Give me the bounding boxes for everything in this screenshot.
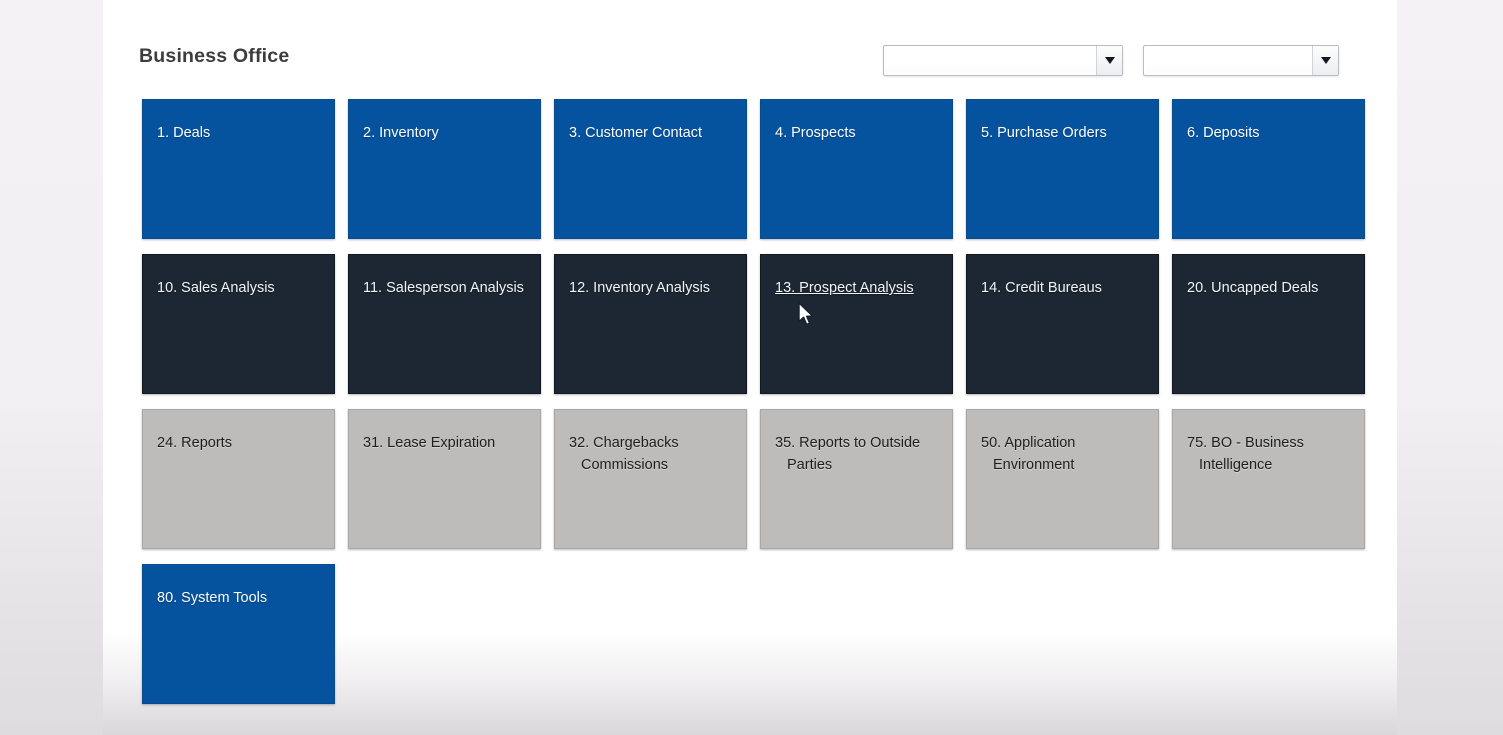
tile-label: 35. Reports to Outside Parties bbox=[775, 435, 921, 473]
tile-grid: 1. Deals 2. Inventory 3. Customer Contact 4… bbox=[142, 99, 1378, 719]
tile-deposits[interactable]: 6. Deposits bbox=[1172, 99, 1365, 239]
tile-label: 50. Application Environment bbox=[981, 435, 1076, 473]
tile-label: 32. Chargebacks Commissions bbox=[569, 435, 679, 473]
tile-row: 1. Deals 2. Inventory 3. Customer Contact 4… bbox=[142, 99, 1378, 239]
tile-lease-expiration[interactable]: 31. Lease Expiration bbox=[348, 409, 541, 549]
tile-purchase-orders[interactable]: 5. Purchase Orders bbox=[966, 99, 1159, 239]
tile-label: 24. Reports bbox=[157, 435, 232, 451]
tile-label: 75. BO - Business Intelligence bbox=[1187, 435, 1304, 473]
tile-sales-analysis[interactable]: 10. Sales Analysis bbox=[142, 254, 335, 394]
dropdown-branch[interactable] bbox=[1143, 45, 1339, 76]
tile-prospect-analysis[interactable]: 13. Prospect Analysis bbox=[760, 254, 953, 394]
chevron-down-icon[interactable] bbox=[1096, 46, 1122, 75]
content-sheet: Business Office 1. Deals 2. Inventory 3. C… bbox=[103, 0, 1397, 735]
tile-label: 20. Uncapped Deals bbox=[1187, 280, 1319, 296]
tile-customer-contact[interactable]: 3. Customer Contact bbox=[554, 99, 747, 239]
tile-row: 24. Reports 31. Lease Expiration 32. Charg… bbox=[142, 409, 1378, 549]
tile-label: 5. Purchase Orders bbox=[981, 125, 1107, 141]
application-frame: Business Office 1. Deals 2. Inventory 3. C… bbox=[0, 0, 1503, 735]
tile-row: 80. System Tools bbox=[142, 564, 1378, 704]
tile-label: 2. Inventory bbox=[363, 125, 439, 141]
tile-deals[interactable]: 1. Deals bbox=[142, 99, 335, 239]
tile-label: 80. System Tools bbox=[157, 590, 268, 606]
tile-row: 10. Sales Analysis 11. Salesperson Analys… bbox=[142, 254, 1378, 394]
tile-label: 3. Customer Contact bbox=[569, 125, 702, 141]
tile-credit-bureaus[interactable]: 14. Credit Bureaus bbox=[966, 254, 1159, 394]
tile-reports-to-outside-parties[interactable]: 35. Reports to Outside Parties bbox=[760, 409, 953, 549]
tile-label: 10. Sales Analysis bbox=[157, 280, 275, 296]
tile-label: 1. Deals bbox=[157, 125, 211, 141]
tile-prospects[interactable]: 4. Prospects bbox=[760, 99, 953, 239]
tile-label: 11. Salesperson Analysis bbox=[363, 280, 524, 296]
tile-label: 14. Credit Bureaus bbox=[981, 280, 1102, 296]
tile-inventory[interactable]: 2. Inventory bbox=[348, 99, 541, 239]
tile-label: 12. Inventory Analysis bbox=[569, 280, 711, 296]
tile-system-tools[interactable]: 80. System Tools bbox=[142, 564, 335, 704]
page-title: Business Office bbox=[139, 45, 290, 67]
tile-label: 13. Prospect Analysis bbox=[775, 280, 914, 296]
tile-application-environment[interactable]: 50. Application Environment bbox=[966, 409, 1159, 549]
tile-uncapped-deals[interactable]: 20. Uncapped Deals bbox=[1172, 254, 1365, 394]
tile-label: 6. Deposits bbox=[1187, 125, 1260, 141]
tile-inventory-analysis[interactable]: 12. Inventory Analysis bbox=[554, 254, 747, 394]
tile-label: 4. Prospects bbox=[775, 125, 856, 141]
dropdown-region[interactable] bbox=[883, 45, 1123, 76]
tile-salesperson-analysis[interactable]: 11. Salesperson Analysis bbox=[348, 254, 541, 394]
tile-bo-business-intelligence[interactable]: 75. BO - Business Intelligence bbox=[1172, 409, 1365, 549]
chevron-down-icon[interactable] bbox=[1312, 46, 1338, 75]
tile-reports[interactable]: 24. Reports bbox=[142, 409, 335, 549]
tile-chargebacks-commissions[interactable]: 32. Chargebacks Commissions bbox=[554, 409, 747, 549]
tile-label: 31. Lease Expiration bbox=[363, 435, 496, 451]
